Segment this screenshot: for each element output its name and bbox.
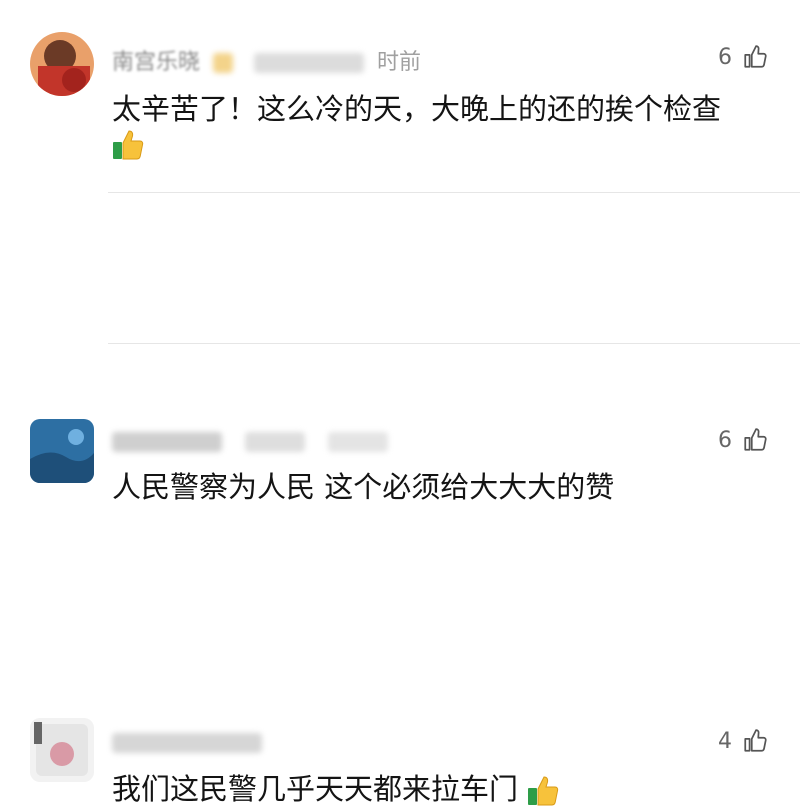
username[interactable]: 南宫乐晓 — [112, 50, 200, 75]
redacted-username[interactable] — [112, 733, 262, 753]
thumbs-up-emoji-icon — [528, 776, 559, 806]
comment-meta — [112, 730, 262, 755]
avatar[interactable] — [30, 32, 94, 96]
comment-item: 6 人民警察为人民 这个必须给大大大的赞 — [0, 193, 800, 504]
like-button[interactable]: 6 — [718, 44, 768, 70]
like-count: 6 — [718, 44, 732, 70]
emoji-line — [112, 128, 146, 162]
comment-item: 4 我们这民警几乎天天都来拉车门 — [0, 344, 800, 806]
comment-text: 我们这民警几乎天天都来拉车门 — [112, 770, 561, 808]
thumbs-up-outline-icon — [744, 45, 767, 68]
timestamp: 时前 — [377, 50, 422, 75]
thumbs-up-outline-icon — [744, 729, 767, 752]
avatar[interactable] — [30, 718, 94, 782]
comment-meta: 南宫乐晓 时前 — [112, 44, 421, 76]
badge-icon — [213, 53, 234, 73]
avatar-image — [30, 32, 94, 96]
thumbs-up-emoji-icon — [113, 130, 144, 160]
avatar-image — [30, 718, 94, 782]
like-button[interactable]: 4 — [718, 728, 768, 754]
comment-text: 太辛苦了！这么冷的天，大晚上的还的挨个检查 — [112, 92, 722, 126]
redacted-text — [254, 53, 365, 73]
like-count: 4 — [718, 728, 732, 754]
comment-text-content: 我们这民警几乎天天都来拉车门 — [112, 772, 519, 806]
comment-item: 南宫乐晓 时前 6 太辛苦了！这么冷的天，大晚上的还的挨个检查 — [0, 0, 800, 192]
